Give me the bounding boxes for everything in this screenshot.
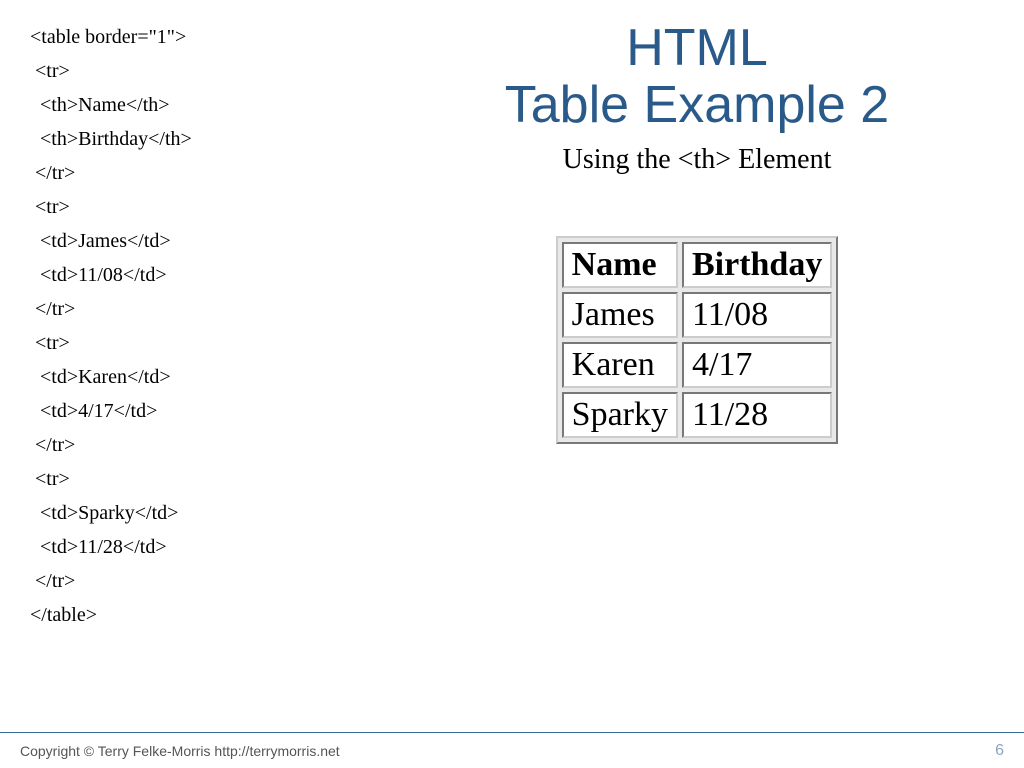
table-header-cell: Name bbox=[562, 242, 678, 288]
code-line: <th>Birthday</th> bbox=[30, 122, 390, 156]
code-line: <td>James</td> bbox=[30, 224, 390, 258]
code-column: <table border="1"> <tr> <th>Name</th> <t… bbox=[0, 0, 400, 768]
table-cell: Karen bbox=[562, 342, 678, 388]
table-row: James 11/08 bbox=[562, 292, 833, 338]
table-cell: 4/17 bbox=[682, 342, 832, 388]
slide: <table border="1"> <tr> <th>Name</th> <t… bbox=[0, 0, 1024, 768]
content-column: HTML Table Example 2 Using the <th> Elem… bbox=[400, 0, 1024, 768]
code-line: </tr> bbox=[30, 428, 390, 462]
table-row: Karen 4/17 bbox=[562, 342, 833, 388]
table-cell: 11/08 bbox=[682, 292, 832, 338]
code-line: <tr> bbox=[30, 326, 390, 360]
code-line: <tr> bbox=[30, 190, 390, 224]
code-line: <td>4/17</td> bbox=[30, 394, 390, 428]
code-line: </table> bbox=[30, 598, 390, 632]
code-line: <tr> bbox=[30, 462, 390, 496]
table-cell: Sparky bbox=[562, 392, 678, 438]
rendered-table-wrap: Name Birthday James 11/08 Karen 4/17 Spa… bbox=[556, 236, 839, 444]
slide-footer: Copyright © Terry Felke-Morris http://te… bbox=[0, 732, 1024, 768]
page-number: 6 bbox=[995, 742, 1004, 760]
table-cell: 11/28 bbox=[682, 392, 832, 438]
code-line: <tr> bbox=[30, 54, 390, 88]
title-line-1: HTML bbox=[626, 19, 768, 77]
code-line: </tr> bbox=[30, 156, 390, 190]
code-line: <table border="1"> bbox=[30, 20, 390, 54]
slide-subtitle: Using the <th> Element bbox=[410, 144, 984, 176]
code-line: <td>Karen</td> bbox=[30, 360, 390, 394]
table-header-cell: Birthday bbox=[682, 242, 832, 288]
title-line-2: Table Example 2 bbox=[505, 76, 889, 134]
slide-title: HTML Table Example 2 bbox=[410, 20, 984, 134]
code-line: <td>11/28</td> bbox=[30, 530, 390, 564]
code-line: <td>Sparky</td> bbox=[30, 496, 390, 530]
code-line: <td>11/08</td> bbox=[30, 258, 390, 292]
code-line: </tr> bbox=[30, 564, 390, 598]
code-line: <th>Name</th> bbox=[30, 88, 390, 122]
table-cell: James bbox=[562, 292, 678, 338]
copyright-text: Copyright © Terry Felke-Morris http://te… bbox=[20, 743, 340, 759]
table-row: Sparky 11/28 bbox=[562, 392, 833, 438]
rendered-table: Name Birthday James 11/08 Karen 4/17 Spa… bbox=[556, 236, 839, 444]
code-line: </tr> bbox=[30, 292, 390, 326]
table-header-row: Name Birthday bbox=[562, 242, 833, 288]
